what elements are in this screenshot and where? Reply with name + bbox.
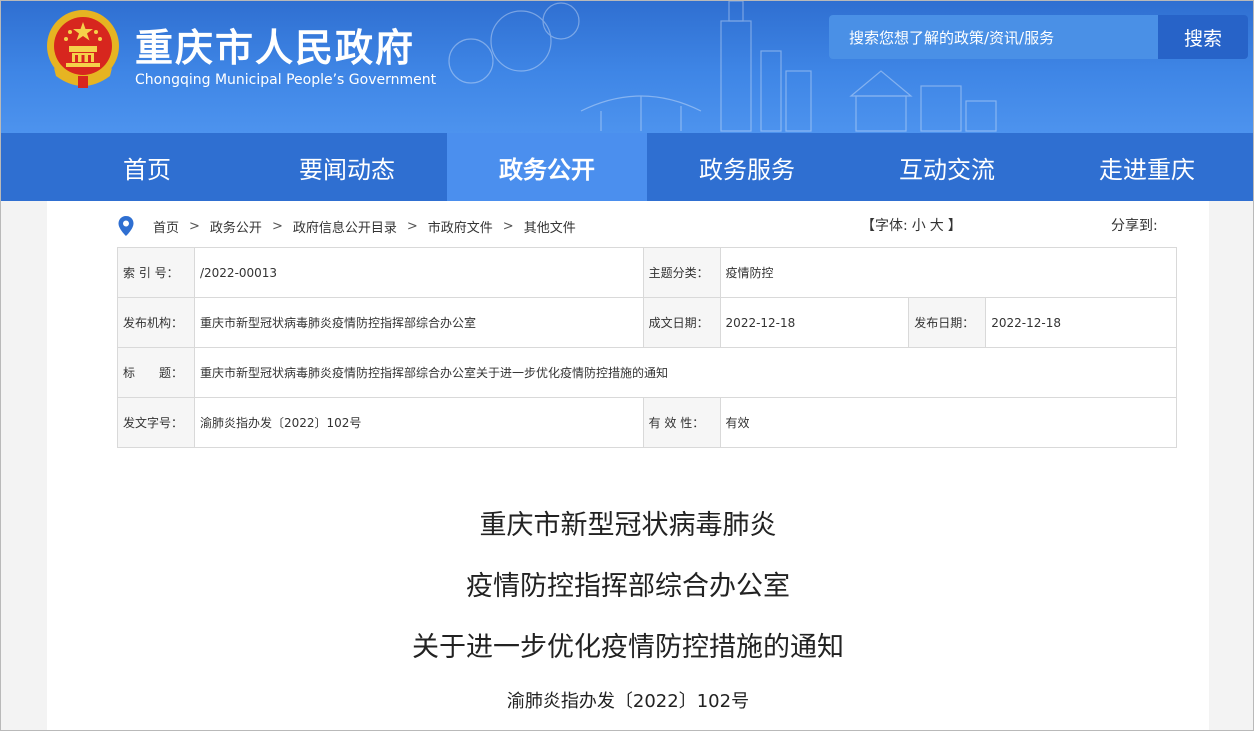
nav-item-home[interactable]: 首页 bbox=[47, 133, 247, 201]
index-label: 索 引 号： bbox=[117, 247, 195, 298]
table-row: 发布机构： 重庆市新型冠状病毒肺炎疫情防控指挥部综合办公室 成文日期： 2022… bbox=[117, 297, 1177, 348]
location-pin-icon bbox=[118, 216, 134, 236]
doc-number-label: 发文字号： bbox=[117, 397, 195, 448]
share-label: 分享到: bbox=[1111, 218, 1158, 234]
search-input[interactable] bbox=[847, 24, 1151, 52]
breadcrumb-item-other-docs[interactable]: 其他文件 bbox=[524, 217, 576, 236]
index-value: /2022-00013 bbox=[193, 247, 644, 298]
page-frame: 重庆市人民政府 Chongqing Municipal People’s Gov… bbox=[0, 0, 1254, 731]
national-emblem-icon bbox=[47, 10, 119, 88]
issuer-value: 重庆市新型冠状病毒肺炎疫情防控指挥部综合办公室 bbox=[193, 297, 644, 348]
nav-item-about-chongqing[interactable]: 走进重庆 bbox=[1047, 133, 1247, 201]
nav-item-interaction[interactable]: 互动交流 bbox=[847, 133, 1047, 201]
written-date-value: 2022-12-18 bbox=[719, 297, 910, 348]
font-size-control: 【字体: 小大】 bbox=[859, 215, 964, 235]
nav-item-gov-affairs[interactable]: 政务公开 bbox=[447, 133, 647, 201]
table-row: 标 题： 重庆市新型冠状病毒肺炎疫情防控指挥部综合办公室关于进一步优化疫情防控措… bbox=[117, 347, 1178, 398]
font-size-small-button[interactable]: 小 bbox=[912, 218, 926, 234]
validity-label: 有 效 性： bbox=[642, 397, 721, 448]
issuer-label: 发布机构： bbox=[117, 297, 195, 348]
doc-number-value: 渝肺炎指办发〔2022〕102号 bbox=[193, 397, 644, 448]
published-date-label: 发布日期： bbox=[908, 297, 987, 348]
breadcrumb-separator: > bbox=[189, 218, 200, 234]
site-title[interactable]: 重庆市人民政府 bbox=[135, 17, 415, 72]
title-label: 标 题： bbox=[117, 347, 195, 398]
breadcrumb-item-gov-affairs[interactable]: 政务公开 bbox=[210, 217, 262, 236]
breadcrumb-item-info-catalog[interactable]: 政府信息公开目录 bbox=[293, 217, 397, 236]
breadcrumb: 首页 > 政务公开 > 政府信息公开目录 > 市政府文件 > 其他文件 bbox=[117, 213, 576, 239]
title-value: 重庆市新型冠状病毒肺炎疫情防控指挥部综合办公室关于进一步优化疫情防控措施的通知 bbox=[193, 347, 1178, 398]
site-subtitle: Chongqing Municipal People’s Government bbox=[135, 72, 437, 88]
breadcrumb-separator: > bbox=[271, 218, 283, 234]
nav-item-news[interactable]: 要闻动态 bbox=[247, 133, 447, 201]
document-title-line-1: 重庆市新型冠状病毒肺炎 bbox=[479, 510, 777, 541]
font-size-large-button[interactable]: 大 bbox=[930, 218, 944, 234]
topic-label: 主题分类： bbox=[642, 247, 721, 298]
main-nav: 首页 要闻动态 政务公开 政务服务 互动交流 走进重庆 bbox=[1, 133, 1253, 201]
document-title-line-3: 关于进一步优化疫情防控措施的通知 bbox=[412, 632, 844, 663]
site-header: 重庆市人民政府 Chongqing Municipal People’s Gov… bbox=[1, 1, 1253, 133]
published-date-value: 2022-12-18 bbox=[985, 297, 1177, 348]
validity-value: 有效 bbox=[719, 397, 1178, 448]
breadcrumb-separator: > bbox=[406, 218, 418, 234]
document-number: 渝肺炎指办发〔2022〕102号 bbox=[506, 691, 750, 712]
font-size-open: 【字体: bbox=[861, 218, 908, 234]
table-row: 索 引 号： /2022-00013 主题分类： 疫情防控 bbox=[117, 247, 1178, 298]
breadcrumb-item-home[interactable]: 首页 bbox=[153, 217, 179, 236]
nav-item-services[interactable]: 政务服务 bbox=[647, 133, 847, 201]
breadcrumb-separator: > bbox=[502, 218, 514, 234]
table-row: 发文字号： 渝肺炎指办发〔2022〕102号 有 效 性： 有效 bbox=[117, 397, 1178, 448]
search-button[interactable]: 搜索 bbox=[1158, 15, 1248, 59]
breadcrumb-item-municipal-docs[interactable]: 市政府文件 bbox=[428, 217, 493, 236]
topic-value: 疫情防控 bbox=[719, 247, 1178, 298]
written-date-label: 成文日期： bbox=[642, 297, 721, 348]
document-meta-table: 索 引 号： /2022-00013 主题分类： 疫情防控 发布机构： 重庆市新… bbox=[117, 247, 1178, 448]
document-title-line-2: 疫情防控指挥部综合办公室 bbox=[466, 571, 790, 602]
font-size-close: 】 bbox=[947, 218, 962, 234]
